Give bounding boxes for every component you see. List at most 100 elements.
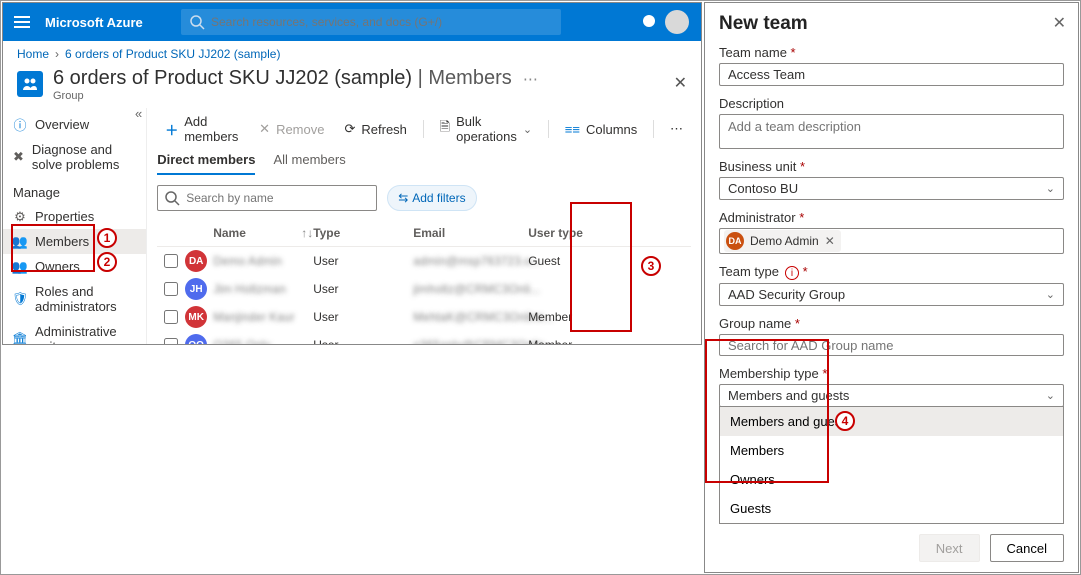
admin-units-icon: 🏛 [13, 332, 27, 345]
sidebar-diagnose[interactable]: ✖Diagnose and solve problems [3, 137, 146, 177]
user-avatar-icon: MK [185, 306, 207, 328]
tab-all-members[interactable]: All members [273, 152, 345, 175]
cell-email: admin@msp763723.o... [413, 254, 528, 268]
cancel-button[interactable]: Cancel [990, 534, 1064, 562]
cell-name: Jim Holtzman [213, 282, 313, 296]
columns-button[interactable]: ≡≡Columns [557, 122, 645, 137]
add-members-button[interactable]: ＋Add members [157, 114, 247, 144]
page-title: 6 orders of Product SKU JJ202 (sample) |… [53, 67, 538, 90]
close-panel-icon[interactable]: ✕ [1053, 13, 1066, 33]
membership-option[interactable]: Members [720, 436, 1063, 465]
sidebar-overview[interactable]: ⓘOverview [3, 112, 146, 137]
info-icon: ⓘ [13, 118, 27, 132]
info-icon[interactable]: i [785, 266, 799, 280]
azure-topbar: Microsoft Azure [3, 3, 701, 41]
brand[interactable]: Microsoft Azure [41, 15, 181, 30]
membership-option[interactable]: Owners [720, 465, 1063, 494]
table-row[interactable]: MK Manjinder Kaur User MehtaK@CRMC3Onlin… [157, 303, 691, 331]
membership-option[interactable]: Members and guests [720, 407, 1063, 436]
cell-user-type: Member [528, 310, 598, 324]
add-filters-button[interactable]: ⇆Add filters [387, 185, 476, 211]
sidebar-manage-header: Manage [3, 177, 146, 204]
cell-email: jimholtz@CRMC3Onli... [413, 282, 528, 296]
membership-type-dropdown: Members and guestsMembersOwnersGuests [719, 406, 1064, 524]
description-label: Description [719, 96, 1064, 111]
search-name-input[interactable] [186, 191, 370, 205]
main-content: ＋Add members ✕Remove ⟳Refresh 🗎Bulk oper… [147, 108, 701, 345]
membership-type-select[interactable]: Members and guests⌄ [719, 384, 1064, 407]
crumb-home[interactable]: Home [17, 47, 49, 61]
cell-name: Manjinder Kaur [213, 310, 313, 324]
user-avatar[interactable] [665, 10, 689, 34]
hamburger-icon[interactable] [3, 14, 41, 30]
group-name-label: Group name [719, 316, 1064, 331]
sidebar-properties[interactable]: ⚙Properties [3, 204, 146, 229]
chevron-down-icon: ⌄ [1046, 182, 1055, 195]
sidebar: « ⓘOverview ✖Diagnose and solve problems… [3, 108, 147, 345]
bulk-operations-button[interactable]: 🗎Bulk operations⌄ [432, 114, 540, 144]
sidebar-roles[interactable]: 🛡Roles and administrators [3, 279, 146, 319]
admin-avatar-icon: DA [726, 232, 744, 250]
team-type-label: Team typei [719, 264, 1064, 281]
close-blade-icon[interactable]: ✕ [674, 73, 687, 93]
page-header: 6 orders of Product SKU JJ202 (sample) |… [3, 67, 701, 108]
more-toolbar-icon[interactable]: ⋯ [662, 121, 691, 137]
sidebar-members[interactable]: 👥Members [3, 229, 146, 254]
chevron-down-icon: ⌄ [1046, 288, 1055, 301]
properties-icon: ⚙ [13, 210, 27, 224]
cell-type: User [313, 338, 413, 345]
grid-header: Name↑↓ Type Email User type [157, 219, 691, 247]
table-row[interactable]: JH Jim Holtzman User jimholtz@CRMC3Onli.… [157, 275, 691, 303]
member-tabs: Direct members All members [157, 152, 691, 175]
new-team-panel: ✕ New team Team name Description Busines… [704, 2, 1079, 573]
breadcrumb: Home › 6 orders of Product SKU JJ202 (sa… [3, 41, 701, 67]
business-unit-select[interactable]: Contoso BU⌄ [719, 177, 1064, 200]
row-checkbox[interactable] [164, 310, 178, 324]
group-name-input[interactable] [719, 334, 1064, 357]
diagnose-icon: ✖ [13, 150, 24, 164]
panel-title: New team [719, 13, 1064, 35]
global-search[interactable] [181, 9, 561, 35]
sidebar-owners[interactable]: 👥Owners [3, 254, 146, 279]
row-checkbox[interactable] [164, 338, 178, 345]
user-avatar-icon: JH [185, 278, 207, 300]
refresh-button[interactable]: ⟳Refresh [336, 121, 414, 137]
col-user-type[interactable]: User type [528, 226, 598, 240]
cell-user-type: Guest [528, 254, 598, 268]
row-checkbox[interactable] [164, 282, 178, 296]
cell-name: O365 Only [213, 338, 313, 345]
global-search-input[interactable] [211, 15, 553, 29]
admin-pill[interactable]: DADemo Admin✕ [724, 230, 841, 252]
cell-user-type: Member [528, 338, 598, 345]
entity-subtype: Group [53, 90, 538, 102]
cell-type: User [313, 254, 413, 268]
tab-direct-members[interactable]: Direct members [157, 152, 255, 175]
table-row[interactable]: DA Demo Admin User admin@msp763723.o... … [157, 247, 691, 275]
cell-type: User [313, 282, 413, 296]
description-input[interactable] [719, 114, 1064, 150]
administrator-lookup[interactable]: DADemo Admin✕ [719, 228, 1064, 254]
row-checkbox[interactable] [164, 254, 178, 268]
sidebar-admin-units[interactable]: 🏛Administrative units [3, 319, 146, 345]
administrator-label: Administrator [719, 210, 1064, 225]
user-avatar-icon: OO [185, 334, 207, 345]
filter-icon: ⇆ [398, 191, 408, 205]
collapse-sidebar-icon[interactable]: « [135, 106, 142, 121]
crumb-page[interactable]: 6 orders of Product SKU JJ202 (sample) [65, 47, 280, 61]
copilot-icon[interactable] [641, 13, 657, 32]
col-email[interactable]: Email [413, 226, 528, 240]
col-name[interactable]: Name↑↓ [213, 226, 313, 240]
remove-admin-icon[interactable]: ✕ [825, 234, 835, 248]
col-type[interactable]: Type [313, 226, 413, 240]
team-name-input[interactable] [719, 63, 1064, 86]
table-row[interactable]: OO O365 Only User o365only@CRMC3Onlin...… [157, 331, 691, 345]
roles-icon: 🛡 [13, 292, 27, 306]
next-button: Next [919, 534, 980, 562]
owners-icon: 👥 [13, 260, 27, 274]
search-name-box[interactable] [157, 185, 377, 211]
team-type-select[interactable]: AAD Security Group⌄ [719, 283, 1064, 306]
business-unit-label: Business unit [719, 159, 1064, 174]
chevron-down-icon: ⌄ [1046, 389, 1055, 402]
remove-button: ✕Remove [251, 121, 332, 137]
membership-option[interactable]: Guests [720, 494, 1063, 523]
